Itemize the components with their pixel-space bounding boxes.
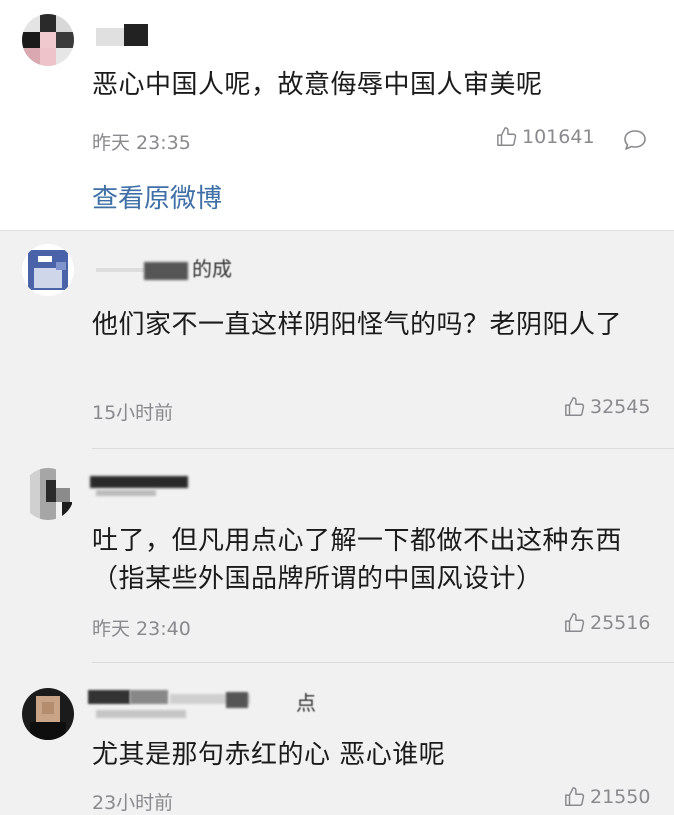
comment-time: 15小时前 bbox=[92, 402, 174, 424]
like-count: 25516 bbox=[590, 612, 651, 634]
like-button[interactable]: 101641 bbox=[496, 126, 595, 148]
username-tail[interactable]: 的成 bbox=[192, 258, 232, 280]
comment-text: 尤其是那句赤红的心 恶心谁呢 bbox=[92, 740, 446, 770]
username-redacted[interactable] bbox=[226, 692, 248, 708]
thumbs-up-icon bbox=[497, 127, 517, 146]
username-redacted[interactable] bbox=[124, 24, 148, 46]
avatar[interactable] bbox=[22, 244, 74, 296]
like-button[interactable]: 32545 bbox=[564, 396, 650, 418]
username-tail[interactable]: 点 bbox=[296, 692, 316, 714]
thumbs-up-icon bbox=[565, 787, 585, 806]
like-count: 32545 bbox=[590, 396, 651, 418]
username-redacted[interactable] bbox=[96, 268, 144, 272]
avatar[interactable] bbox=[22, 14, 74, 66]
comment-text: 吐了，但凡用点心了解一下都做不出这种东西（指某些外国品牌所谓的中国风设计） bbox=[92, 526, 623, 594]
view-original-weibo-link[interactable]: 查看原微博 bbox=[92, 178, 222, 215]
username-redacted[interactable] bbox=[90, 476, 188, 488]
username-redacted[interactable] bbox=[130, 690, 168, 704]
divider bbox=[0, 230, 674, 231]
divider bbox=[92, 662, 674, 663]
username-redacted[interactable] bbox=[96, 28, 124, 46]
comment-time: 昨天 23:35 bbox=[92, 132, 191, 154]
thumbs-up-icon bbox=[565, 613, 585, 632]
comment-text: 恶心中国人呢，故意侮辱中国人审美呢 bbox=[92, 70, 543, 100]
comment-text: 他们家不一直这样阴阳怪气的吗？老阴阳人了 bbox=[92, 310, 623, 340]
username-redacted[interactable] bbox=[144, 262, 188, 280]
divider bbox=[92, 448, 674, 449]
like-button[interactable]: 21550 bbox=[564, 786, 650, 808]
username-redacted[interactable] bbox=[88, 690, 130, 704]
thumbs-up-icon bbox=[565, 397, 585, 416]
speech-bubble-icon[interactable] bbox=[622, 128, 648, 152]
comment-time: 昨天 23:40 bbox=[92, 618, 191, 640]
avatar[interactable] bbox=[22, 468, 74, 520]
like-count: 101641 bbox=[522, 126, 595, 148]
like-button[interactable]: 25516 bbox=[564, 612, 650, 634]
username-redacted[interactable] bbox=[96, 490, 156, 496]
avatar[interactable] bbox=[22, 688, 74, 740]
like-count: 21550 bbox=[590, 786, 651, 808]
username-redacted[interactable] bbox=[96, 710, 186, 718]
